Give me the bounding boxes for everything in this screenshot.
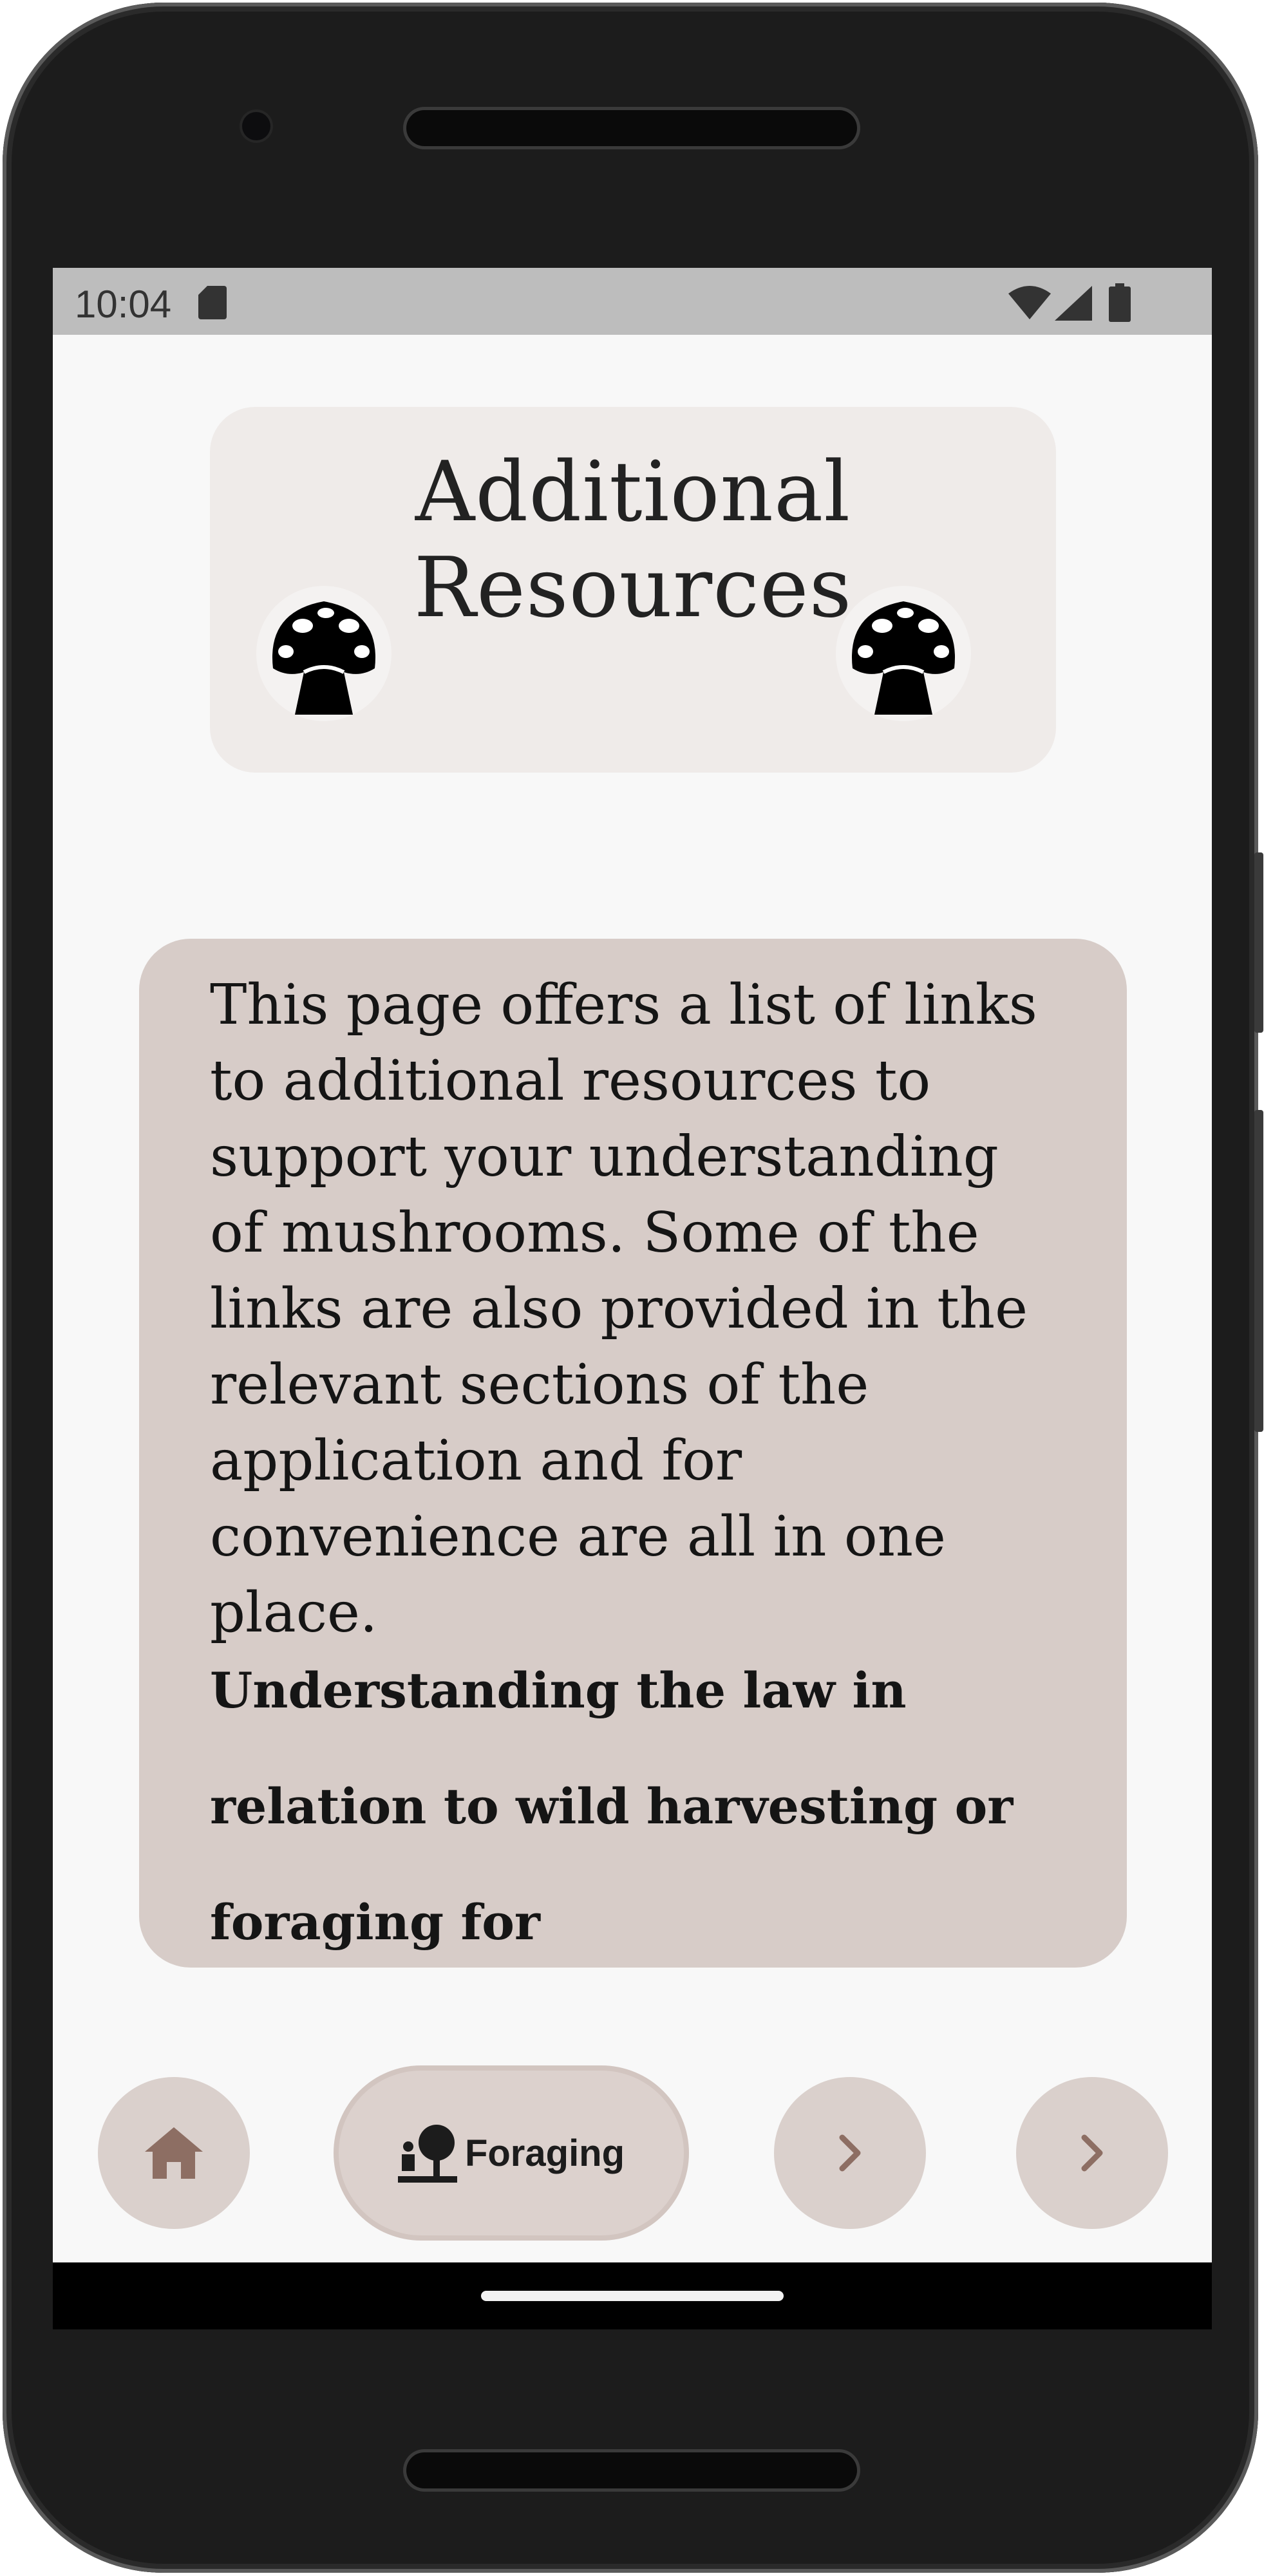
front-camera [242,112,270,140]
chevron-right-icon [839,2134,861,2172]
phone-frame: 10:04 Additional Resources This page off… [3,3,1263,2573]
signal-icon [1055,286,1092,321]
home-icon [145,2127,203,2179]
info-card[interactable]: This page offers a list of links to addi… [139,939,1127,1968]
mushroom-icon [272,601,376,715]
law-section-heading: Understanding the law in relation to wil… [210,1662,1014,1951]
bottom-speaker [406,2452,857,2488]
battery-icon [1109,283,1131,322]
foraging-button[interactable]: Foraging [339,2071,684,2235]
power-button [1254,852,1263,1033]
volume-button [1254,1110,1263,1432]
header-card: Additional Resources [210,407,1056,773]
home-button[interactable] [98,2077,250,2229]
mushroom-icon [851,601,956,715]
chevron-right-icon [1081,2134,1103,2172]
mushroom-badge-left [256,586,391,721]
status-time: 10:04 [75,283,172,326]
app-screen: 10:04 Additional Resources This page off… [53,268,1212,2329]
top-speaker [406,110,857,146]
sd-card-icon [198,286,227,319]
home-indicator[interactable] [481,2291,784,2301]
intro-paragraph: This page offers a list of links to addi… [210,973,1037,1645]
next-button-2[interactable] [1016,2077,1168,2229]
foraging-icon [397,2125,457,2183]
system-navigation-bar [53,2262,1212,2329]
next-button-1[interactable] [774,2077,926,2229]
wifi-icon [1008,286,1051,319]
foraging-label: Foraging [464,2132,625,2174]
status-bar: 10:04 [53,268,1212,335]
mushroom-badge-right [836,586,971,721]
